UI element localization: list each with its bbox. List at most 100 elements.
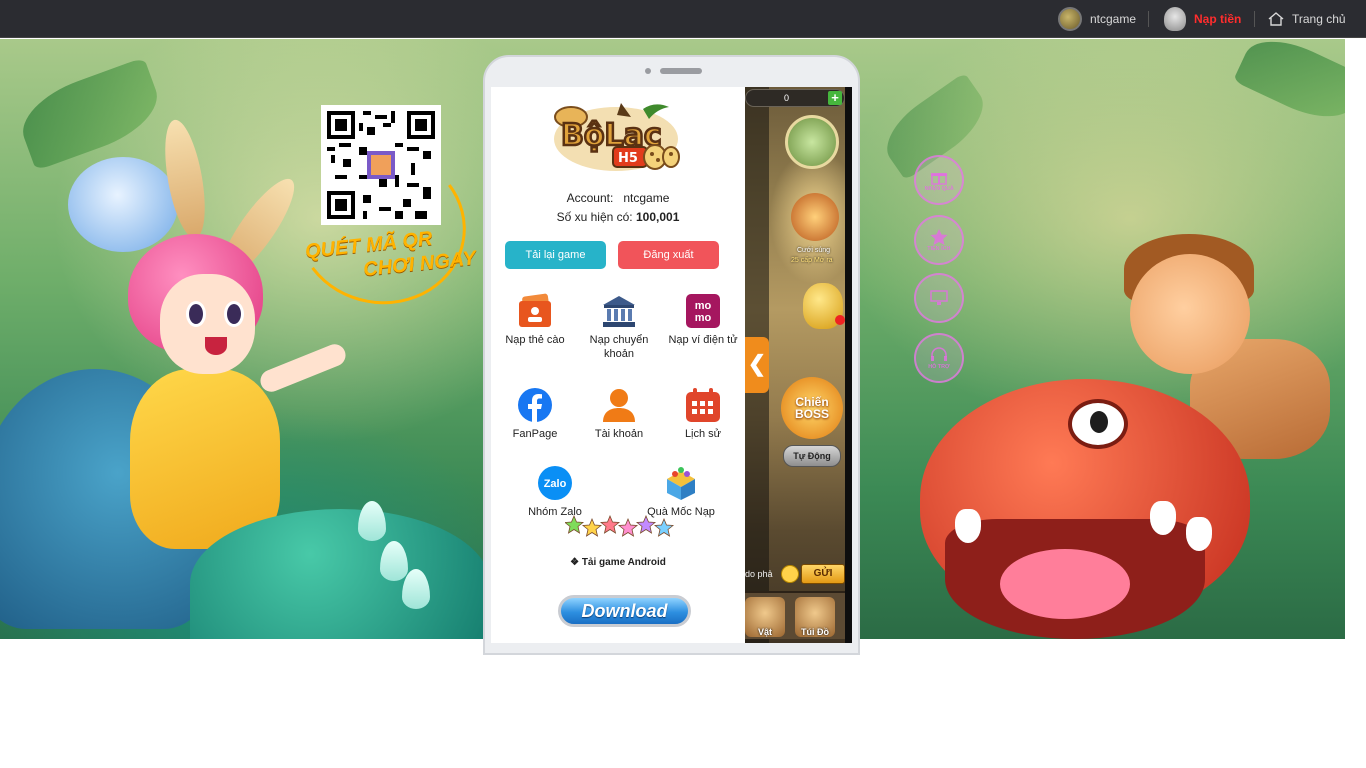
topup-label: Nạp tiền [1194, 12, 1242, 26]
calendar-icon [686, 388, 720, 422]
emoji-icon[interactable] [781, 565, 799, 583]
bird-art [68, 157, 178, 252]
bottom-item-vat[interactable]: Vật [745, 597, 785, 637]
girl-eye-art [224, 301, 244, 327]
side-button-utility[interactable]: TIỆN ÍCH [914, 215, 964, 265]
map-icon[interactable] [785, 115, 839, 169]
weapon-event-icon[interactable] [791, 193, 839, 241]
stars-decoration [565, 515, 675, 537]
home-link[interactable]: Trang chủ [1268, 0, 1346, 38]
download-button[interactable]: Download [558, 595, 691, 627]
menu-label: FanPage [512, 428, 558, 440]
spike-art [358, 501, 386, 541]
topup-icon [1164, 7, 1186, 31]
girl-arm-art [257, 340, 349, 396]
zalo-icon-text: Zalo [544, 478, 567, 490]
side-button-label: TIỆN ÍCH [927, 245, 951, 252]
home-label: Trang chủ [1292, 12, 1346, 26]
menu-topup-milestone-gift[interactable]: Quà Mốc Nạp [639, 465, 723, 519]
side-button-screen[interactable] [914, 273, 964, 323]
menu-history[interactable]: Lịch sử [661, 387, 745, 441]
gift-box-icon [667, 467, 695, 500]
user-menu[interactable]: ntcgame [1058, 0, 1136, 38]
side-button-label: HỖ TRỢ [928, 363, 950, 370]
card-topup-icon [519, 293, 551, 327]
red-dino-pupil-art [1090, 411, 1108, 433]
tooth-art [1150, 501, 1176, 535]
user-icon [603, 389, 635, 422]
gift-icon [931, 172, 947, 185]
leaf-decoration [1232, 39, 1345, 132]
home-icon [1268, 12, 1284, 26]
side-button-label: NHẬN QUÀ [924, 185, 954, 192]
menu-label: Tài khoản [594, 428, 644, 440]
coin-balance: Số xu hiện có: 100,001 [491, 210, 745, 224]
menu-account[interactable]: Tài khoản [577, 387, 661, 441]
account-label: Account: [566, 191, 614, 205]
caveman-boy-face-art [1130, 254, 1250, 374]
star-icon [930, 228, 948, 245]
menu-label: Lịch sử [684, 428, 722, 440]
event-label: Cưới súng [797, 247, 831, 254]
send-chat-button[interactable]: GỬI [801, 564, 845, 584]
headset-icon [931, 346, 947, 361]
phone-screen: 0 + Cưới súng 25 cấp Mở ra Chiến BOSS Tự… [491, 87, 852, 643]
notification-dot [835, 315, 845, 325]
menu-ewallet[interactable]: mo mo Nạp ví điện tử [661, 293, 745, 347]
divider [1148, 11, 1149, 27]
collapse-panel-button[interactable]: ❮ [745, 337, 769, 393]
phone-camera [645, 68, 651, 74]
coin-counter: 0 + [745, 89, 845, 107]
bottom-item-bag[interactable]: Túi Đồ [795, 597, 835, 637]
momo-icon: mo mo [686, 294, 720, 328]
menu-label: Nạp chuyển khoản [589, 334, 649, 360]
topup-link[interactable]: Nạp tiền [1164, 0, 1241, 38]
svg-text:H5: H5 [618, 151, 638, 166]
menu-fanpage[interactable]: FanPage [493, 387, 577, 441]
menu-card-topup[interactable]: Nạp thẻ cào [493, 293, 577, 347]
menu-zalo-group[interactable]: Zalo Nhóm Zalo [513, 465, 597, 519]
divider [1254, 11, 1255, 27]
girl-eye-art [186, 301, 206, 327]
phone-speaker [660, 68, 702, 74]
game-view[interactable]: 0 + Cưới súng 25 cấp Mở ra Chiến BOSS Tự… [745, 87, 852, 643]
account-info: Account: ntcgame [491, 191, 745, 205]
game-bottom-bar: Vật Túi Đồ [745, 591, 845, 639]
bank-icon [603, 296, 635, 327]
side-button-support[interactable]: HỖ TRỢ [914, 333, 964, 383]
phone-frame: 0 + Cưới súng 25 cấp Mở ra Chiến BOSS Tự… [483, 55, 860, 655]
girl-mouth-art [205, 337, 227, 355]
side-button-gift[interactable]: NHẬN QUÀ [914, 155, 964, 205]
qr-code [321, 105, 441, 225]
tooth-art [955, 509, 981, 543]
add-coin-button[interactable]: + [828, 91, 842, 105]
event-sublabel: 25 cấp Mở ra [791, 257, 833, 264]
username-label: ntcgame [1090, 12, 1137, 26]
menu-bank-transfer[interactable]: Nạp chuyển khoản [577, 293, 661, 361]
chat-input[interactable]: do phả [745, 565, 783, 583]
qr-code-image [327, 111, 435, 219]
girl-face-art [160, 274, 255, 374]
coin-value: 100,001 [636, 210, 680, 224]
red-dino-tongue-art [1000, 549, 1130, 619]
account-value: ntcgame [623, 191, 670, 205]
svg-text:mo: mo [695, 300, 712, 312]
android-download-label: ❖ Tải game Android [570, 557, 666, 568]
account-panel: BộLạc H5 Account: ntcgame Số xu hiện có:… [491, 87, 745, 643]
auto-play-button[interactable]: Tự Động [783, 445, 841, 467]
reload-game-button[interactable]: Tải lại game [505, 241, 606, 269]
user-avatar [1058, 7, 1082, 31]
top-navbar: ntcgame Nạp tiền Trang chủ [0, 0, 1366, 38]
menu-label: Nạp ví điện tử [668, 334, 738, 346]
screen-edge [845, 87, 852, 643]
svg-text:mo: mo [695, 312, 712, 324]
zalo-icon: Zalo [538, 466, 572, 500]
facebook-icon [518, 388, 552, 423]
game-logo: BộLạc H5 [554, 103, 680, 171]
boss-battle-button[interactable]: Chiến BOSS [781, 377, 843, 439]
leaf-decoration [12, 57, 168, 171]
tooth-art [1186, 517, 1212, 551]
logout-button[interactable]: Đăng xuất [618, 241, 719, 269]
coin-counter-value: 0 [784, 93, 790, 103]
coin-label: Số xu hiện có: [556, 210, 633, 224]
